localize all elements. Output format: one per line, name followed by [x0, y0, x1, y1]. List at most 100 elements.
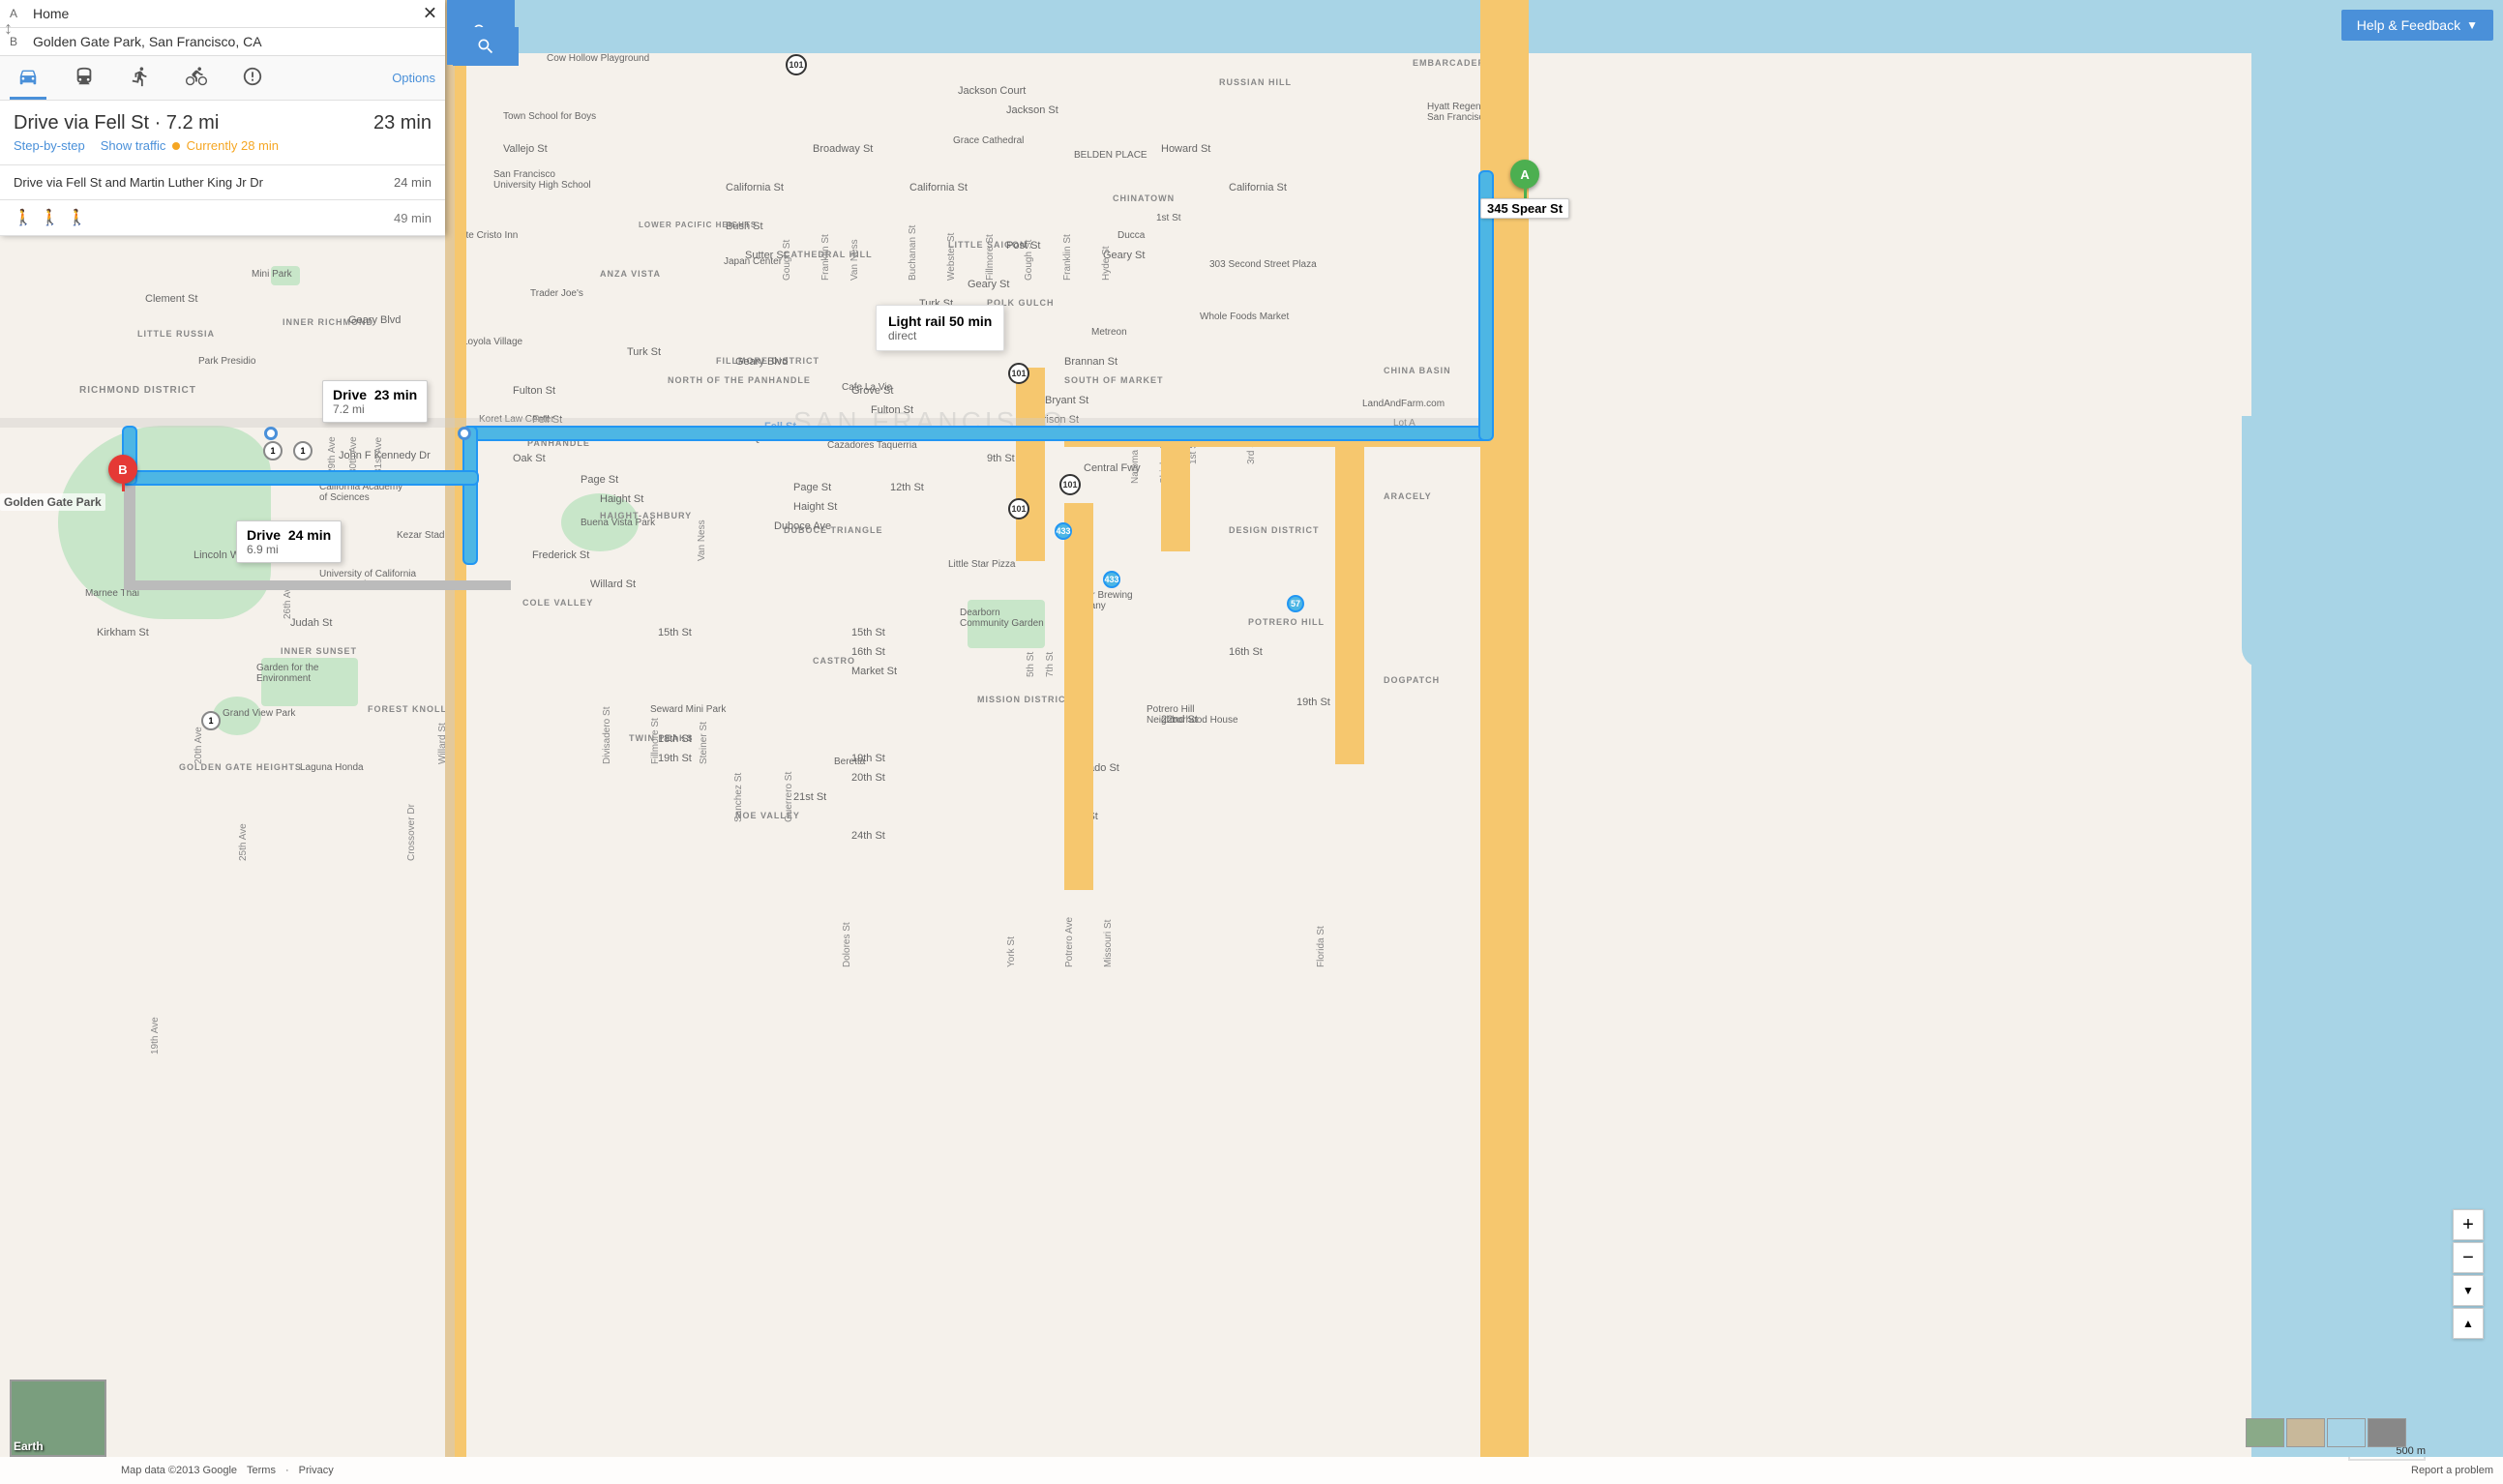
route-vertical-1: [464, 428, 476, 563]
district-soma: SOUTH OF MARKET: [1064, 375, 1164, 385]
street-van-ness-2: Van Ness: [697, 77, 707, 561]
traffic-dot: [172, 142, 180, 150]
alt-route-1-name: Drive via Fell St and Martin Luther King…: [14, 175, 263, 190]
street-franklin: Franklin St: [1062, 87, 1073, 281]
marker-b-circle: B: [108, 455, 137, 484]
district-dogpatch: DOGPATCH: [1384, 675, 1440, 685]
sidebar: A ✕ ↕ B: [0, 0, 445, 236]
route-tooltip-primary-title: Drive 23 min: [333, 387, 417, 402]
street-fillmore-2: Fillmore St: [650, 474, 661, 764]
close-button[interactable]: ✕: [423, 4, 437, 24]
district-anza-vista: ANZA VISTA: [600, 269, 661, 279]
tab-transit[interactable]: [66, 56, 103, 100]
footer-report[interactable]: Report a problem: [2411, 1465, 2493, 1476]
light-rail-title: Light rail 50 min: [888, 313, 992, 329]
map-search-button[interactable]: [453, 27, 519, 66]
earth-thumbnail[interactable]: Earth: [10, 1380, 106, 1457]
alternate-routes: Drive via Fell St and Martin Luther King…: [0, 165, 445, 236]
geary-blvd-line: [0, 418, 1480, 428]
zoom-in-button[interactable]: +: [2453, 1209, 2484, 1240]
shield-433c-2: 433: [1103, 571, 1120, 588]
street-31st-ave: 31st Ave: [373, 281, 384, 474]
footer-separator-1: ·: [285, 1465, 289, 1476]
district-panhandle: PANHANDLE: [527, 438, 590, 448]
street-21st: 21st St: [793, 791, 826, 803]
street-bush: Bush St: [726, 221, 763, 232]
gray-19th: [445, 0, 455, 1457]
step-by-step-link[interactable]: Step-by-step: [14, 138, 85, 153]
street-16th: 16th St: [851, 646, 885, 658]
chevron-down-icon: ▼: [2466, 18, 2478, 32]
footer-report-link[interactable]: Report a problem: [2411, 1465, 2493, 1476]
poi-cow-hollow: Cow Hollow Playground: [547, 53, 649, 64]
swap-icon[interactable]: ↕: [4, 18, 13, 39]
street-dolores: Dolores St: [842, 677, 852, 967]
district-duboce: DUBOCE TRIANGLE: [784, 525, 883, 535]
street-kirkham: Kirkham St: [97, 627, 149, 638]
poi-metreon: Metreon: [1091, 327, 1127, 338]
layer-icon-3[interactable]: [2327, 1418, 2366, 1447]
layer-icon-2[interactable]: [2286, 1418, 2325, 1447]
street-12th: 12th St: [890, 482, 924, 493]
poi-laguna-honda: Laguna Honda: [300, 762, 364, 773]
options-link[interactable]: Options: [392, 71, 435, 85]
light-rail-tooltip[interactable]: Light rail 50 min direct: [876, 305, 1004, 351]
poi-japan-center: Japan Center: [724, 256, 782, 267]
marker-b-stem: [122, 484, 125, 491]
marker-a-circle: A: [1510, 160, 1539, 189]
street-california-3: California St: [1229, 182, 1287, 193]
route-tooltip-alt-title: Drive 24 min: [247, 527, 331, 543]
street-sanchez: Sanchez St: [733, 532, 744, 822]
district-aracely: ARACELY: [1384, 491, 1432, 501]
layer-icon-4[interactable]: [2368, 1418, 2406, 1447]
street-29th-ave: 29th Ave: [327, 281, 338, 474]
street-turk-2: Turk St: [627, 346, 661, 358]
location-b-input[interactable]: [33, 34, 435, 49]
district-design: DESIGN DISTRICT: [1229, 525, 1320, 535]
street-19th-2: 19th St: [851, 753, 885, 764]
footer-terms[interactable]: Terms: [247, 1465, 276, 1476]
marker-a-stem: [1524, 189, 1527, 198]
tab-car[interactable]: [10, 56, 46, 100]
street-15th: 15th St: [658, 627, 692, 638]
route-tooltip-alt[interactable]: Drive 24 min 6.9 mi: [236, 520, 342, 563]
location-a-input[interactable]: [33, 6, 435, 21]
street-buchanan: Buchanan St: [908, 87, 918, 281]
buena-vista-park: [561, 493, 639, 551]
district-twin-peaks: TWIN PEAKS: [629, 733, 694, 743]
layer-icon-1[interactable]: [2246, 1418, 2284, 1447]
street-fulton: Fulton St: [871, 404, 913, 416]
tilt-button[interactable]: ▼: [2453, 1275, 2484, 1306]
street-missouri: Missouri St: [1103, 677, 1114, 967]
street-fulton-2: Fulton St: [513, 385, 555, 397]
poi-whole-foods: Whole Foods Market: [1200, 312, 1289, 322]
north-water: [484, 0, 2271, 53]
alt-route-walking[interactable]: 🚶 🚶 🚶 49 min: [0, 200, 445, 236]
location-row-b: B: [0, 28, 445, 55]
hwy-101-vertical: [1016, 368, 1045, 561]
show-traffic-link[interactable]: Show traffic: [101, 138, 166, 153]
hwy-101-south: [1064, 503, 1093, 890]
street-9th: 9th St: [987, 453, 1015, 464]
search-button-area: [453, 27, 519, 66]
help-feedback-button[interactable]: Help & Feedback ▼: [2341, 10, 2493, 41]
route-fell-st-main: [464, 428, 1490, 439]
poi-303-second: 303 Second Street Plaza: [1209, 259, 1317, 270]
poi-land-farm: LandAndFarm.com: [1362, 399, 1445, 409]
footer-privacy[interactable]: Privacy: [299, 1465, 334, 1476]
walk-icon-1: 🚶: [14, 208, 33, 227]
shield-101-top: 101: [786, 54, 807, 75]
waypoint-1: [458, 427, 471, 440]
district-china-basin: CHINA BASIN: [1384, 366, 1451, 375]
tab-walk[interactable]: [122, 56, 159, 100]
street-crossover: Crossover Dr: [406, 281, 417, 861]
route-summary[interactable]: Drive via Fell St · 7.2 mi 23 min Step-b…: [0, 101, 445, 165]
route-tooltip-primary[interactable]: Drive 23 min 7.2 mi: [322, 380, 428, 423]
tab-bike[interactable]: [178, 56, 215, 100]
tab-other[interactable]: [234, 56, 271, 100]
street-california: California St: [726, 182, 784, 193]
street-oak: Oak St: [513, 453, 546, 464]
zoom-out-button[interactable]: −: [2453, 1242, 2484, 1273]
compass-button[interactable]: ▲: [2453, 1308, 2484, 1339]
alt-route-1[interactable]: Drive via Fell St and Martin Luther King…: [0, 165, 445, 200]
